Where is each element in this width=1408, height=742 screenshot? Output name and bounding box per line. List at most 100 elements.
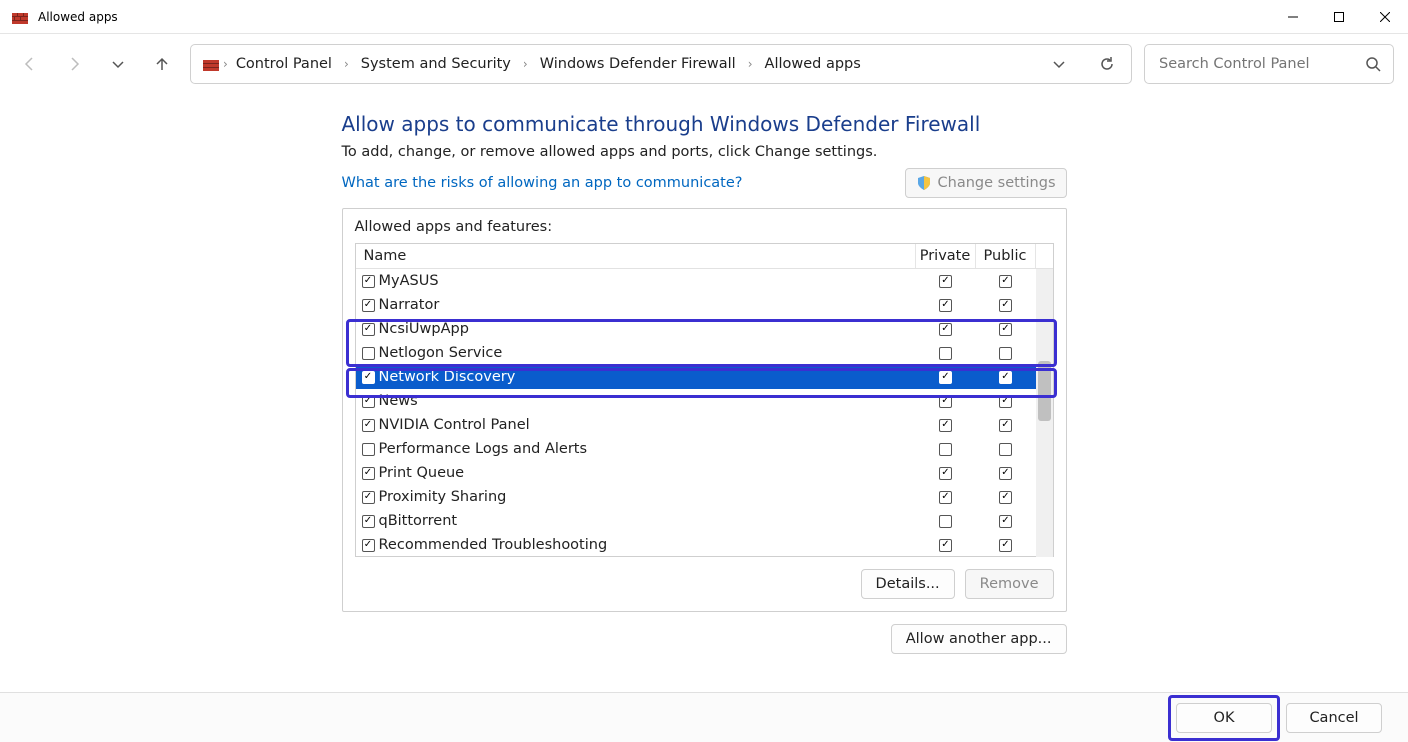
chevron-right-icon: ›	[344, 57, 349, 71]
ok-button[interactable]: OK	[1176, 703, 1272, 733]
private-checkbox[interactable]	[939, 515, 952, 528]
search-box[interactable]	[1144, 44, 1394, 84]
public-checkbox[interactable]	[999, 443, 1012, 456]
remove-button[interactable]: Remove	[965, 569, 1054, 599]
public-checkbox[interactable]	[999, 371, 1012, 384]
enabled-checkbox[interactable]	[362, 491, 375, 504]
page-heading: Allow apps to communicate through Window…	[342, 112, 1067, 136]
public-checkbox[interactable]	[999, 491, 1012, 504]
table-row[interactable]: Recommended Troubleshooting	[356, 533, 1036, 557]
table-row[interactable]: Proximity Sharing	[356, 485, 1036, 509]
app-name: Netlogon Service	[379, 345, 503, 361]
enabled-checkbox[interactable]	[362, 539, 375, 552]
table-row[interactable]: qBittorrent	[356, 509, 1036, 533]
history-dropdown-button[interactable]	[1043, 48, 1075, 80]
refresh-button[interactable]	[1091, 48, 1123, 80]
maximize-button[interactable]	[1316, 0, 1362, 34]
breadcrumb-item[interactable]: Windows Defender Firewall	[536, 52, 740, 76]
table-row[interactable]: Network Discovery	[356, 365, 1036, 389]
title-bar: Allowed apps	[0, 0, 1408, 34]
public-checkbox[interactable]	[999, 275, 1012, 288]
table-row[interactable]: Netlogon Service	[356, 341, 1036, 365]
search-icon	[1365, 56, 1381, 72]
column-header-public[interactable]: Public	[976, 244, 1036, 268]
breadcrumb-item[interactable]: Control Panel	[232, 52, 336, 76]
app-name: Proximity Sharing	[379, 489, 507, 505]
table-row[interactable]: NVIDIA Control Panel	[356, 413, 1036, 437]
table-row[interactable]: News	[356, 389, 1036, 413]
public-checkbox[interactable]	[999, 539, 1012, 552]
scrollbar[interactable]	[1036, 269, 1053, 557]
nav-bar: › Control Panel › System and Security › …	[0, 34, 1408, 94]
table-row[interactable]: Print Queue	[356, 461, 1036, 485]
app-name: MyASUS	[379, 273, 439, 289]
minimize-button[interactable]	[1270, 0, 1316, 34]
change-settings-button[interactable]: Change settings	[905, 168, 1067, 198]
private-checkbox[interactable]	[939, 443, 952, 456]
public-checkbox[interactable]	[999, 419, 1012, 432]
enabled-checkbox[interactable]	[362, 443, 375, 456]
private-checkbox[interactable]	[939, 299, 952, 312]
scrollbar-thumb[interactable]	[1038, 361, 1051, 421]
private-checkbox[interactable]	[939, 323, 952, 336]
address-bar[interactable]: › Control Panel › System and Security › …	[190, 44, 1132, 84]
cancel-button[interactable]: Cancel	[1286, 703, 1382, 733]
search-input[interactable]	[1157, 55, 1365, 73]
public-checkbox[interactable]	[999, 515, 1012, 528]
enabled-checkbox[interactable]	[362, 515, 375, 528]
table-row[interactable]: Narrator	[356, 293, 1036, 317]
details-button[interactable]: Details...	[861, 569, 955, 599]
private-checkbox[interactable]	[939, 275, 952, 288]
enabled-checkbox[interactable]	[362, 467, 375, 480]
breadcrumb-item[interactable]: System and Security	[357, 52, 515, 76]
up-button[interactable]	[146, 48, 178, 80]
risks-link[interactable]: What are the risks of allowing an app to…	[342, 175, 743, 191]
shield-icon	[916, 175, 932, 191]
chevron-right-icon: ›	[223, 57, 228, 71]
private-checkbox[interactable]	[939, 347, 952, 360]
public-checkbox[interactable]	[999, 467, 1012, 480]
private-checkbox[interactable]	[939, 491, 952, 504]
private-checkbox[interactable]	[939, 371, 952, 384]
allow-another-app-button[interactable]: Allow another app...	[891, 624, 1067, 654]
public-checkbox[interactable]	[999, 395, 1012, 408]
public-checkbox[interactable]	[999, 347, 1012, 360]
close-button[interactable]	[1362, 0, 1408, 34]
app-name: Network Discovery	[379, 369, 516, 385]
chevron-right-icon: ›	[748, 57, 753, 71]
private-checkbox[interactable]	[939, 467, 952, 480]
enabled-checkbox[interactable]	[362, 347, 375, 360]
private-checkbox[interactable]	[939, 419, 952, 432]
private-checkbox[interactable]	[939, 395, 952, 408]
column-header-private[interactable]: Private	[916, 244, 976, 268]
content-area: Allow apps to communicate through Window…	[0, 94, 1408, 692]
public-checkbox[interactable]	[999, 299, 1012, 312]
breadcrumb-item[interactable]: Allowed apps	[761, 52, 865, 76]
window-title: Allowed apps	[38, 10, 118, 24]
back-button[interactable]	[14, 48, 46, 80]
firewall-icon	[203, 56, 219, 72]
firewall-icon	[12, 9, 28, 25]
recent-button[interactable]	[102, 48, 134, 80]
table-row[interactable]: NcsiUwpApp	[356, 317, 1036, 341]
table-row[interactable]: MyASUS	[356, 269, 1036, 293]
app-name: Narrator	[379, 297, 440, 313]
private-checkbox[interactable]	[939, 539, 952, 552]
enabled-checkbox[interactable]	[362, 275, 375, 288]
enabled-checkbox[interactable]	[362, 323, 375, 336]
app-name: News	[379, 393, 418, 409]
group-title: Allowed apps and features:	[355, 219, 1054, 235]
app-name: Print Queue	[379, 465, 465, 481]
column-header-name[interactable]: Name	[356, 244, 916, 268]
app-name: Recommended Troubleshooting	[379, 537, 608, 553]
enabled-checkbox[interactable]	[362, 419, 375, 432]
public-checkbox[interactable]	[999, 323, 1012, 336]
table-row[interactable]: Performance Logs and Alerts	[356, 437, 1036, 461]
apps-table: Name Private Public MyASUS Narrator NcsiUw…	[355, 243, 1054, 557]
enabled-checkbox[interactable]	[362, 371, 375, 384]
enabled-checkbox[interactable]	[362, 395, 375, 408]
app-name: Performance Logs and Alerts	[379, 441, 588, 457]
enabled-checkbox[interactable]	[362, 299, 375, 312]
forward-button[interactable]	[58, 48, 90, 80]
dialog-footer: OK Cancel	[0, 692, 1408, 742]
